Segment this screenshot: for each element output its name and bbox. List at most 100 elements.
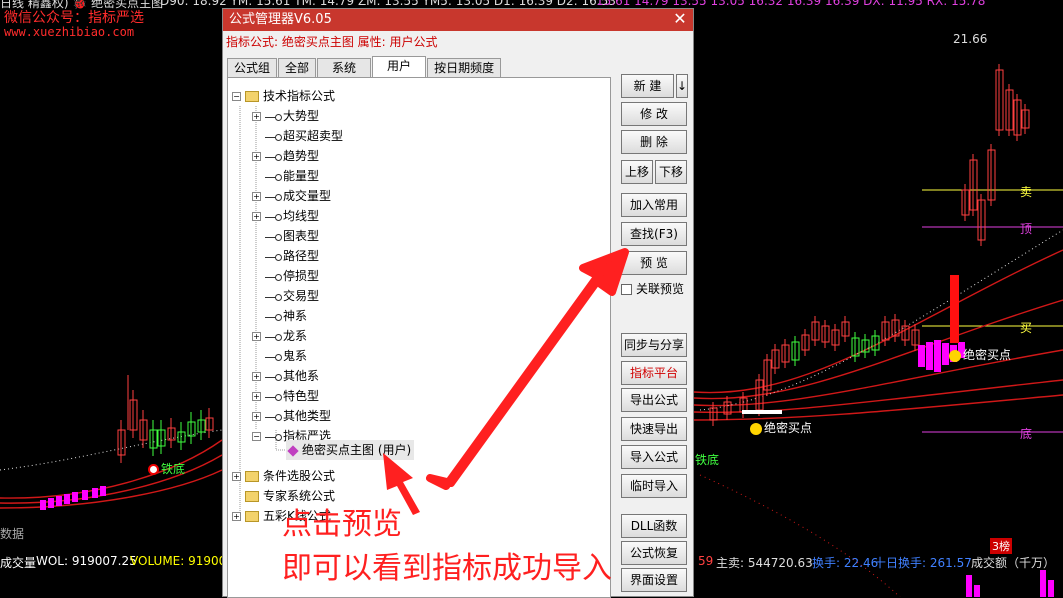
key-icon — [265, 333, 282, 341]
tree-node-path[interactable]: 路径型 — [265, 246, 319, 266]
tree-leaf[interactable]: 绝密买点主图 (用户) — [286, 440, 415, 460]
data-label: 数据 — [0, 527, 25, 541]
tree-node-chart[interactable]: 图表型 — [265, 226, 319, 246]
key-icon — [265, 233, 282, 241]
signal-bar — [82, 490, 88, 500]
new-dropdown-button[interactable]: ↓ — [676, 74, 688, 98]
key-icon — [265, 433, 282, 441]
indicator-platform-button[interactable]: 指标平台 — [621, 361, 687, 385]
signal-bar — [950, 275, 959, 343]
tree-node-energy[interactable]: 能量型 — [265, 166, 319, 186]
smiley-icon — [949, 349, 961, 362]
close-icon[interactable]: ✕ — [671, 10, 689, 28]
move-up-button[interactable]: 上移 — [621, 160, 653, 184]
signal-bar — [92, 488, 98, 498]
signal-bar — [918, 345, 925, 367]
key-icon — [265, 313, 282, 321]
iron-bottom-label-2: 铁底 — [695, 453, 720, 467]
tree-node-trend[interactable]: + 趋势型 — [252, 146, 319, 166]
preview-button[interactable]: 预 览 — [621, 251, 687, 275]
tree-node-other-system[interactable]: + 其他系 — [252, 366, 319, 386]
signal-bar — [40, 500, 46, 510]
expand-icon[interactable]: + — [252, 412, 261, 421]
dll-function-button[interactable]: DLL函数 — [621, 514, 687, 538]
expand-icon[interactable]: + — [252, 152, 261, 161]
ma-line — [693, 249, 1063, 394]
volume-title: 成交量 — [0, 556, 37, 570]
expand-icon[interactable]: + — [252, 212, 261, 221]
tree-node-ghost[interactable]: 鬼系 — [265, 346, 307, 366]
tab-user[interactable]: 用户 — [372, 56, 427, 77]
quick-export-button[interactable]: 快速导出 — [621, 417, 687, 441]
tab-system[interactable]: 系统 — [317, 58, 372, 77]
tree-node-trade[interactable]: 交易型 — [265, 286, 319, 306]
tab-by-date[interactable]: 按日期频度 — [427, 58, 502, 77]
delete-button[interactable]: 删 除 — [621, 130, 687, 154]
tree-node-overbought[interactable]: 超买超卖型 — [265, 126, 343, 146]
ui-settings-button[interactable]: 界面设置 — [621, 568, 687, 592]
key-icon — [265, 213, 282, 221]
volume-value: VOLUME: 91900 — [130, 554, 227, 568]
tree-node-featured[interactable]: + 特色型 — [252, 386, 319, 406]
tree-node-ma[interactable]: + 均线型 — [252, 206, 319, 226]
tree-node-big-trend[interactable]: + 大势型 — [252, 106, 319, 126]
site-watermark: www.xuezhibiao.com — [4, 25, 135, 39]
key-icon — [265, 173, 282, 181]
collapse-icon[interactable]: − — [252, 432, 261, 441]
tree-node-dragon[interactable]: + 龙系 — [252, 326, 307, 346]
tab-formula-group[interactable]: 公式组 — [227, 58, 278, 77]
signal-bar — [64, 494, 70, 504]
tree-node-other-type[interactable]: + 其他类型 — [252, 406, 331, 426]
signal-bar — [72, 492, 78, 502]
signal-bar — [100, 486, 106, 496]
find-button[interactable]: 查找(F3) — [621, 222, 687, 246]
expand-icon[interactable]: + — [232, 512, 241, 521]
signal-bar — [942, 343, 949, 365]
tab-all[interactable]: 全部 — [278, 58, 317, 77]
expand-icon[interactable]: + — [252, 392, 261, 401]
tree-node-volume[interactable]: + 成交量型 — [252, 186, 331, 206]
expand-icon[interactable]: + — [252, 112, 261, 121]
tree-node-stock-picking[interactable]: + 条件选股公式 — [232, 466, 335, 486]
import-button[interactable]: 导入公式 — [621, 445, 687, 469]
key-icon — [265, 293, 282, 301]
key-icon — [265, 153, 282, 161]
key-icon — [265, 393, 282, 401]
signal-bar — [926, 342, 933, 370]
price-marker — [742, 410, 782, 414]
key-icon — [265, 133, 282, 141]
target-icon — [148, 464, 159, 475]
formula-restore-button[interactable]: 公式恢复 — [621, 541, 687, 565]
key-icon — [265, 193, 282, 201]
tree-node-expert[interactable]: 专家系统公式 — [245, 486, 335, 506]
linked-preview-checkbox[interactable]: 关联预览 — [621, 280, 684, 297]
key-icon — [265, 253, 282, 261]
dialog-title-bar[interactable]: 公式管理器V6.05 ✕ — [223, 9, 693, 31]
annotation-line-1: 点击预览 — [282, 507, 402, 542]
tree-node-stoploss[interactable]: 停损型 — [265, 266, 319, 286]
tree-root[interactable]: − 技术指标公式 — [232, 86, 335, 106]
expand-icon[interactable]: + — [252, 192, 261, 201]
temp-import-button[interactable]: 临时导入 — [621, 474, 687, 498]
turnover: 换手: 22.46 — [812, 556, 879, 570]
tree-node-god[interactable]: 神系 — [265, 306, 307, 326]
expand-icon[interactable]: + — [232, 472, 241, 481]
wol-value: WOL: 919007.25 — [36, 554, 137, 568]
expand-icon[interactable]: + — [252, 372, 261, 381]
key-icon — [265, 413, 282, 421]
collapse-icon[interactable]: − — [232, 92, 241, 101]
folder-icon — [245, 471, 259, 482]
key-icon — [265, 113, 282, 121]
ten-day-turnover: 十日换手: 261.57 — [874, 556, 972, 570]
sell-label: 卖 — [1020, 185, 1033, 199]
sync-share-button[interactable]: 同步与分享 — [621, 333, 687, 357]
export-button[interactable]: 导出公式 — [621, 388, 687, 412]
checkbox-icon[interactable] — [621, 284, 632, 295]
folder-icon — [245, 91, 259, 102]
new-button[interactable]: 新 建 — [621, 74, 674, 98]
add-common-button[interactable]: 加入常用 — [621, 193, 687, 217]
move-down-button[interactable]: 下移 — [655, 160, 687, 184]
edit-button[interactable]: 修 改 — [621, 102, 687, 126]
buy-point-label-1: 绝密买点 — [949, 346, 1011, 363]
expand-icon[interactable]: + — [252, 332, 261, 341]
